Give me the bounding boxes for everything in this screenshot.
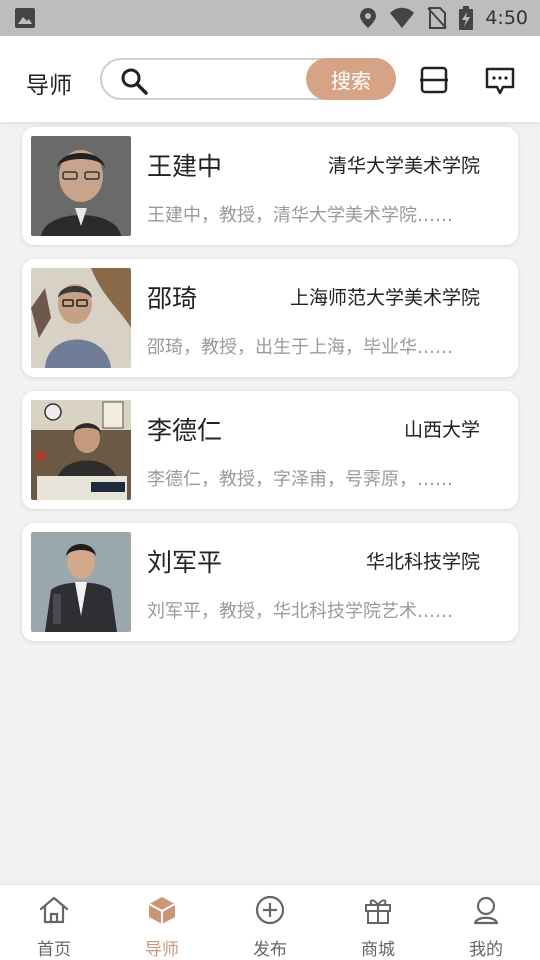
location-icon xyxy=(359,7,377,29)
nav-item-publish[interactable]: 发布 xyxy=(216,885,324,960)
nav-item-mall[interactable]: 商城 xyxy=(324,885,432,960)
avatar xyxy=(31,400,131,500)
image-icon xyxy=(14,7,36,29)
tutor-description: 王建中，教授，清华大学美术学院…… xyxy=(147,205,453,226)
bottom-nav: 首页 导师 发布 商城 我的 xyxy=(0,884,540,960)
tutor-list: 王建中 清华大学美术学院 王建中，教授，清华大学美术学院…… 邵琦 上海师范大学… xyxy=(22,127,518,655)
search-box[interactable]: 搜索 xyxy=(100,58,396,100)
header: 导师 搜索 xyxy=(0,36,540,122)
tutor-name: 刘军平 xyxy=(147,548,223,577)
tutor-card[interactable]: 刘军平 华北科技学院 刘军平，教授，华北科技学院艺术…… xyxy=(22,523,518,641)
search-input[interactable] xyxy=(154,66,304,94)
nav-item-mine[interactable]: 我的 xyxy=(432,885,540,960)
tutor-card[interactable]: 王建中 清华大学美术学院 王建中，教授，清华大学美术学院…… xyxy=(22,127,518,245)
message-icon[interactable] xyxy=(485,66,515,100)
search-icon xyxy=(120,67,148,99)
nav-label: 首页 xyxy=(37,940,71,960)
no-sim-icon xyxy=(427,7,448,29)
user-icon xyxy=(471,895,501,929)
search-button[interactable]: 搜索 xyxy=(306,58,396,100)
nav-item-home[interactable]: 首页 xyxy=(0,885,108,960)
status-time: 4:50 xyxy=(485,7,528,29)
tutor-description: 刘军平，教授，华北科技学院艺术…… xyxy=(147,601,453,622)
battery-charging-icon xyxy=(459,6,474,30)
tutor-description: 李德仁，教授，字泽甫，号霁原，…… xyxy=(147,469,453,490)
tutor-school: 山西大学 xyxy=(403,419,480,441)
avatar xyxy=(31,136,131,236)
nav-label: 导师 xyxy=(145,940,179,960)
tutor-card[interactable]: 邵琦 上海师范大学美术学院 邵琦，教授，出生于上海，毕业华…… xyxy=(22,259,518,377)
page-title: 导师 xyxy=(26,73,72,99)
avatar xyxy=(31,268,131,368)
box-icon xyxy=(147,895,177,929)
tutor-school: 华北科技学院 xyxy=(365,551,480,573)
nav-label: 发布 xyxy=(253,940,287,960)
nav-item-tutor[interactable]: 导师 xyxy=(108,885,216,960)
tutor-school: 上海师范大学美术学院 xyxy=(289,287,480,309)
tutor-card[interactable]: 李德仁 山西大学 李德仁，教授，字泽甫，号霁原，…… xyxy=(22,391,518,509)
scan-icon[interactable] xyxy=(420,66,448,98)
gift-icon xyxy=(363,895,393,929)
status-bar: 4:50 xyxy=(0,0,540,36)
tutor-name: 邵琦 xyxy=(147,284,198,313)
wifi-icon xyxy=(389,7,415,29)
nav-label: 我的 xyxy=(469,940,503,960)
tutor-name: 王建中 xyxy=(147,152,223,181)
tutor-description: 邵琦，教授，出生于上海，毕业华…… xyxy=(147,337,453,358)
plus-circle-icon xyxy=(255,895,285,929)
tutor-school: 清华大学美术学院 xyxy=(327,155,480,177)
home-icon xyxy=(38,895,70,929)
nav-label: 商城 xyxy=(361,940,395,960)
avatar xyxy=(31,532,131,632)
tutor-name: 李德仁 xyxy=(147,416,223,445)
